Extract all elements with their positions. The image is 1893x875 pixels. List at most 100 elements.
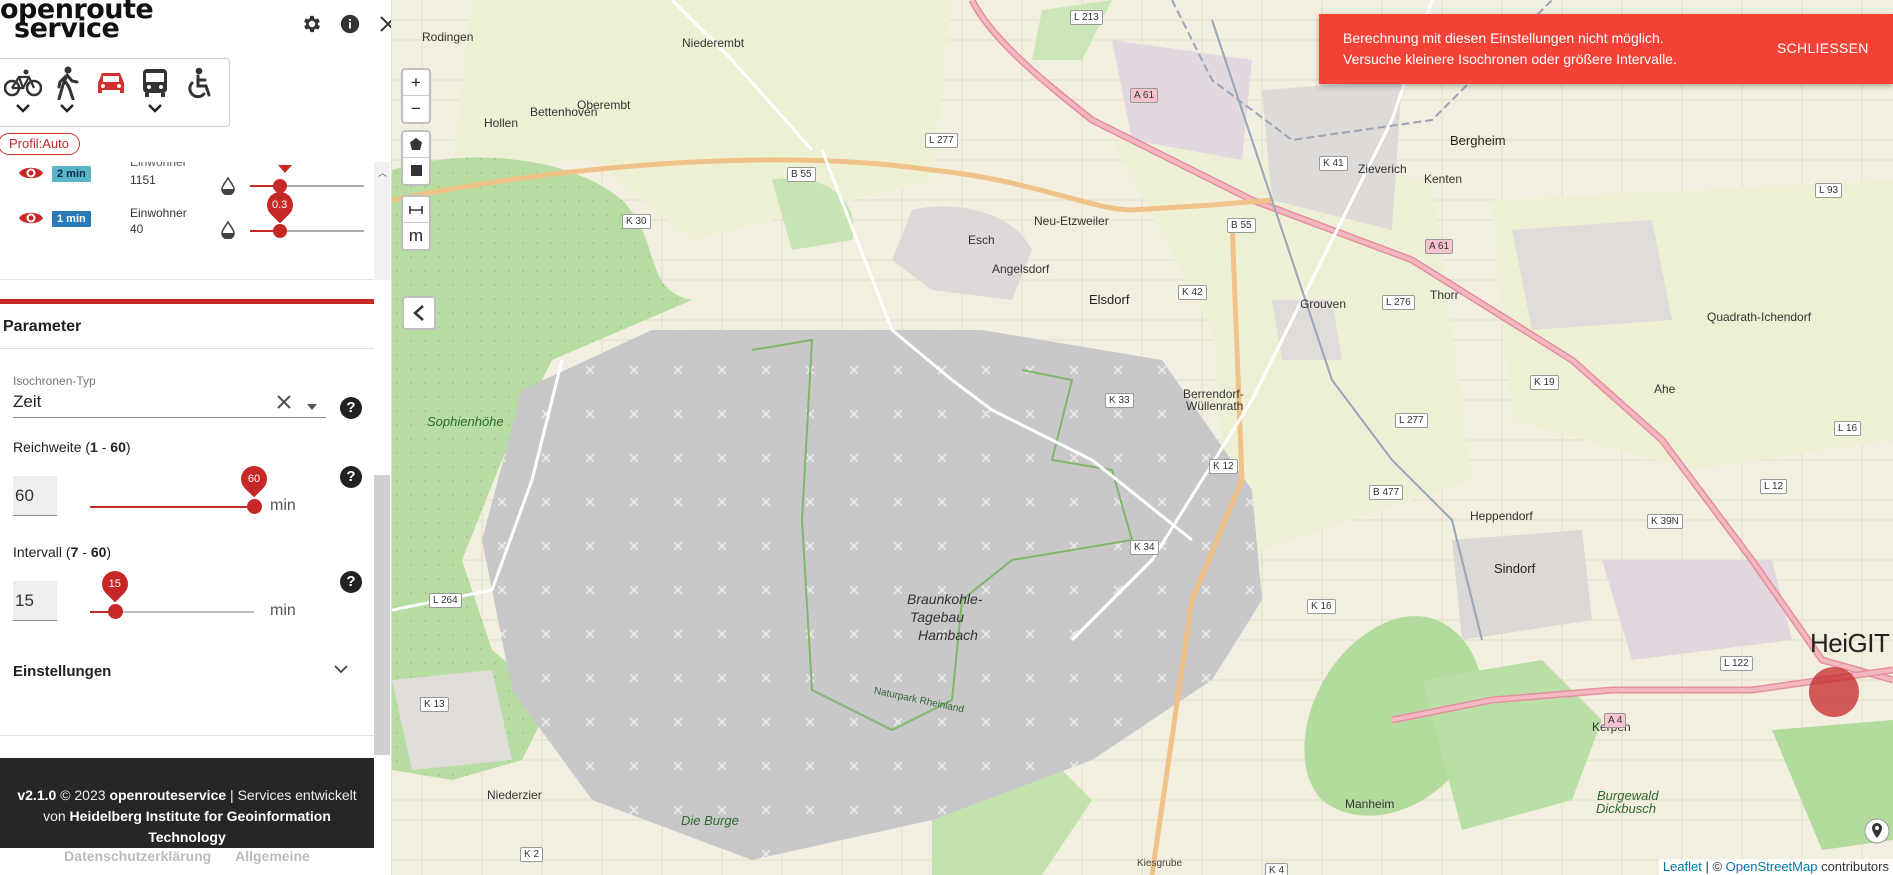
eye-icon[interactable] xyxy=(18,209,46,229)
error-toast: Berechnung mit diesen Einstellungen nich… xyxy=(1319,14,1893,84)
chevron-down-icon[interactable] xyxy=(59,101,75,117)
footer-line-3: Technology xyxy=(148,829,226,845)
map-place-label: Dickbusch xyxy=(1596,801,1656,816)
profile-cycling[interactable] xyxy=(3,65,43,123)
pin-tip xyxy=(278,165,292,173)
profile-car[interactable] xyxy=(91,65,131,123)
terms-link[interactable]: Allgemeine xyxy=(235,848,310,864)
osm-link[interactable]: OpenStreetMap xyxy=(1726,859,1818,874)
isochrone-badge: 1 min xyxy=(52,211,91,227)
isochrone-type-select[interactable]: Zeit xyxy=(13,392,41,412)
population-value: 1151 xyxy=(130,173,156,187)
institute-link[interactable]: Heidelberg Institute for Geoinformation xyxy=(70,808,331,824)
measure-unit-button[interactable]: m xyxy=(403,223,429,249)
bicycle-icon xyxy=(4,65,42,101)
slider-value-pin: 60 xyxy=(235,460,273,498)
info-icon[interactable] xyxy=(338,12,362,36)
road-shield: L 277 xyxy=(925,133,958,148)
measure-icon[interactable] xyxy=(403,197,429,223)
road-shield: B 55 xyxy=(1227,218,1256,233)
zoom-out-button[interactable]: − xyxy=(403,96,429,122)
pedestrian-icon xyxy=(53,65,81,101)
location-pin-icon[interactable] xyxy=(1864,818,1890,848)
isochrone-list-scrollbar[interactable]: ︿ xyxy=(374,162,390,280)
road-shield: K 30 xyxy=(622,214,651,229)
map-place-label: Quadrath-Ichendorf xyxy=(1707,310,1812,324)
slider-value-pin: 0.3 xyxy=(261,186,299,224)
road-shield: L 12 xyxy=(1760,479,1788,494)
road-shield: K 41 xyxy=(1319,156,1348,171)
road-shield: L 264 xyxy=(429,593,462,608)
help-icon[interactable]: ? xyxy=(340,397,362,419)
interval-input[interactable] xyxy=(13,581,57,621)
chevron-down-icon[interactable] xyxy=(147,101,163,117)
road-shield: K 2 xyxy=(520,847,544,862)
profile-walking[interactable] xyxy=(47,65,87,123)
map-place-label: Bergheim xyxy=(1450,133,1506,148)
chevron-down-icon[interactable] xyxy=(15,101,31,117)
map-place-label: Kenten xyxy=(1424,172,1463,186)
map-canvas xyxy=(392,0,1893,875)
zoom-in-button[interactable]: + xyxy=(403,70,429,96)
road-shield: K 13 xyxy=(420,697,449,712)
interval-label: Intervall (7 - 60) xyxy=(13,544,112,560)
settings-toggle[interactable]: Einstellungen xyxy=(13,663,111,680)
slider-thumb[interactable] xyxy=(247,499,262,514)
slider-thumb[interactable] xyxy=(272,224,287,238)
isochrone-row: 1 min Einwohner 40 0.3 xyxy=(0,186,374,247)
privacy-link[interactable]: Datenschutzerklärung xyxy=(64,848,211,864)
sidebar-scrollbar[interactable] xyxy=(374,475,390,755)
brand-logo: openroute service xyxy=(0,0,154,42)
map-place-label: Braunkohle- xyxy=(907,591,983,607)
clear-icon[interactable] xyxy=(274,392,296,414)
range-unit: min xyxy=(270,497,296,514)
road-shield: L 93 xyxy=(1815,183,1843,198)
road-shield: K 16 xyxy=(1307,599,1336,614)
pentagon-icon[interactable] xyxy=(403,132,429,158)
profile-bus[interactable] xyxy=(135,65,175,123)
opacity-slider[interactable]: 0.3 xyxy=(250,186,364,238)
population-label: Einwohner xyxy=(130,206,187,220)
slider-thumb[interactable] xyxy=(107,604,123,619)
heigit-logo: HeiGIT xyxy=(1810,628,1890,658)
road-shield: A 4 xyxy=(1604,713,1627,728)
road-shield: L 16 xyxy=(1834,421,1862,436)
chevron-down-icon[interactable] xyxy=(333,662,351,680)
help-icon[interactable]: ? xyxy=(340,466,362,488)
footer-links: Datenschutzerklärung Allgemeine xyxy=(0,848,374,864)
close-icon[interactable] xyxy=(376,12,391,36)
opacity-icon xyxy=(220,220,236,240)
map-place-label: Tagebau xyxy=(910,609,964,625)
bus-icon xyxy=(140,65,170,101)
interval-slider[interactable]: 15 xyxy=(90,565,254,619)
car-icon xyxy=(94,65,128,101)
chevron-up-icon[interactable]: ︿ xyxy=(378,166,387,179)
help-icon[interactable]: ? xyxy=(340,571,362,593)
map-place-label: Elsdorf xyxy=(1089,292,1130,307)
road-shield: K 19 xyxy=(1530,375,1559,390)
collapse-sidebar-button[interactable] xyxy=(402,296,436,330)
leaflet-link[interactable]: Leaflet xyxy=(1663,859,1702,874)
range-slider[interactable]: 60 xyxy=(90,460,273,514)
map-view[interactable]: Rodingen Niederembt Oberembt Hollen Bettenho… xyxy=(392,0,1893,875)
isochrone-center-marker[interactable] xyxy=(1809,667,1859,717)
road-shield: K 12 xyxy=(1209,459,1238,474)
map-place-label: Sophienhöhe xyxy=(427,414,504,429)
range-input[interactable] xyxy=(13,476,57,516)
profile-chip[interactable]: Profil:Auto xyxy=(0,133,80,155)
zoom-control: + − xyxy=(401,68,431,124)
road-shield: B 477 xyxy=(1369,485,1404,500)
profile-wheelchair[interactable] xyxy=(179,65,219,123)
chevron-left-icon xyxy=(413,305,424,321)
map-place-label: Die Burge xyxy=(681,813,739,828)
app-root: openroute service Profil:Auto Einwohner … xyxy=(0,0,1893,875)
opacity-slider[interactable] xyxy=(250,179,364,193)
profile-selector xyxy=(0,58,230,127)
square-icon[interactable] xyxy=(403,158,429,184)
eye-icon[interactable] xyxy=(18,164,46,184)
map-place-label: Esch xyxy=(968,233,995,247)
toast-close-button[interactable]: SCHLIESSEN xyxy=(1777,40,1869,56)
caret-down-icon[interactable] xyxy=(306,398,320,410)
gear-icon[interactable] xyxy=(300,12,324,36)
map-place-label: Niederzier xyxy=(487,788,542,802)
